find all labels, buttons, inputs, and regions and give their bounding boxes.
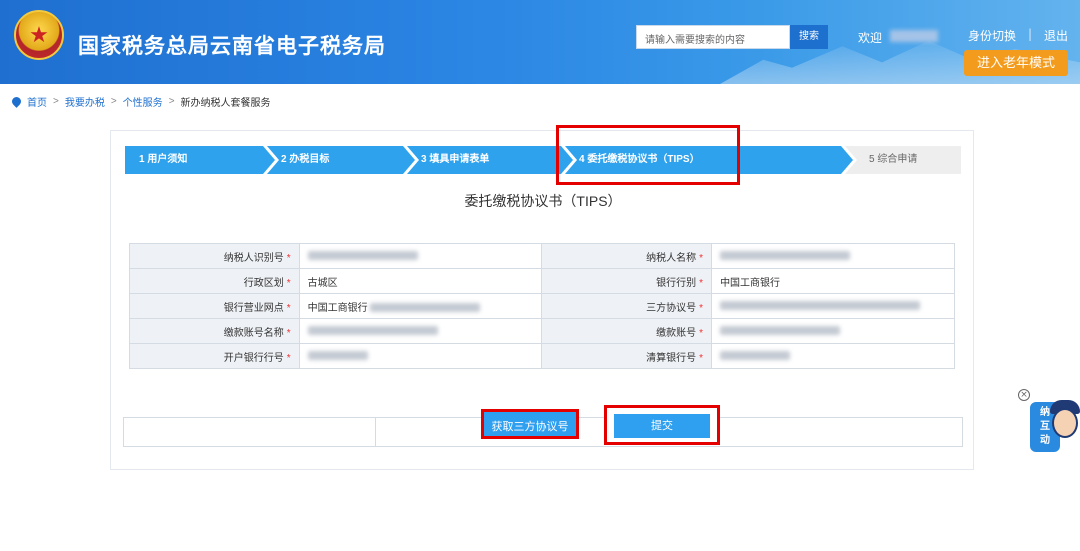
breadcrumb-personal-service[interactable]: 个性服务 bbox=[123, 94, 163, 109]
site-title: 国家税务总局云南省电子税务局 bbox=[78, 35, 386, 58]
taxpayer-id-value[interactable] bbox=[298, 243, 543, 269]
account-name-label: 缴款账号名称 * bbox=[129, 318, 300, 344]
breadcrumb-current: 新办纳税人套餐服务 bbox=[180, 98, 271, 109]
close-icon[interactable]: × bbox=[1018, 389, 1030, 401]
table-row: 开户银行行号 * 清算银行号 * bbox=[129, 343, 955, 369]
table-row: 银行营业网点 * 中国工商银行 三方协议号 * bbox=[129, 293, 955, 319]
bank-type-label: 银行行别 * bbox=[541, 268, 713, 294]
table-row: 缴款账号名称 * 缴款账号 * bbox=[129, 318, 955, 344]
taxpayer-id-label: 纳税人识别号 * bbox=[129, 243, 300, 269]
bank-type-value[interactable]: 中国工商银行 bbox=[711, 268, 955, 294]
breadcrumb-tax-handling[interactable]: 我要办税 bbox=[65, 94, 105, 109]
username-redacted bbox=[890, 30, 938, 42]
header-separator: | bbox=[1028, 27, 1033, 41]
step-4-highlight-frame bbox=[556, 125, 740, 185]
admin-region-value[interactable]: 古城区 bbox=[298, 268, 543, 294]
site-header: ★ 国家税务总局云南省电子税务局 请输入需要搜索的内容 搜索 欢迎 身份切换 |… bbox=[0, 0, 1080, 84]
clearing-bank-value[interactable] bbox=[711, 343, 955, 369]
table-row: 纳税人识别号 * 纳税人名称 * bbox=[129, 243, 955, 269]
get-agreement-number-button[interactable]: 获取三方协议号 bbox=[481, 409, 579, 439]
bank-branch-label: 银行营业网点 * bbox=[129, 293, 300, 319]
bank-code-value[interactable] bbox=[298, 343, 543, 369]
step-1[interactable]: 1 用户须知 bbox=[125, 146, 275, 174]
breadcrumb-separator: > bbox=[168, 96, 175, 107]
breadcrumb-home[interactable]: 首页 bbox=[27, 94, 47, 109]
bank-code-label: 开户银行行号 * bbox=[129, 343, 300, 369]
action-row-cell bbox=[124, 418, 376, 446]
step-progress-bar: 1 用户须知 2 办税目标 3 填具申请表单 4 委托缴税协议书（TIPS） 5… bbox=[125, 146, 961, 174]
breadcrumb: 首页 > 我要办税 > 个性服务 > 新办纳税人套餐服务 bbox=[10, 94, 271, 109]
breadcrumb-separator: > bbox=[53, 96, 59, 107]
logout-link[interactable]: 退出 bbox=[1044, 27, 1068, 44]
taxpayer-name-value[interactable] bbox=[711, 243, 955, 269]
location-pin-icon bbox=[10, 95, 23, 108]
submit-button[interactable]: 提交 bbox=[614, 414, 710, 438]
account-no-label: 缴款账号 * bbox=[541, 318, 713, 344]
step-5[interactable]: 5 综合申请 bbox=[845, 146, 961, 174]
search-button[interactable]: 搜索 bbox=[790, 25, 828, 49]
step-2[interactable]: 2 办税目标 bbox=[267, 146, 415, 174]
submit-highlight-frame: 提交 bbox=[604, 405, 720, 445]
breadcrumb-separator: > bbox=[110, 96, 117, 107]
welcome-text: 欢迎 bbox=[858, 31, 883, 45]
clearing-bank-label: 清算银行号 * bbox=[541, 343, 713, 369]
agreement-no-value[interactable] bbox=[711, 293, 955, 319]
bank-branch-value[interactable]: 中国工商银行 bbox=[298, 293, 543, 319]
taxpayer-name-label: 纳税人名称 * bbox=[541, 243, 713, 269]
section-title: 委托缴税协议书（TIPS） bbox=[464, 193, 622, 209]
account-no-value[interactable] bbox=[711, 318, 955, 344]
account-name-value[interactable] bbox=[298, 318, 543, 344]
step-3[interactable]: 3 填具申请表单 bbox=[407, 146, 573, 174]
admin-region-label: 行政区划 * bbox=[129, 268, 300, 294]
search-input[interactable]: 请输入需要搜索的内容 bbox=[636, 25, 790, 49]
elder-mode-button[interactable]: 进入老年模式 bbox=[964, 50, 1068, 76]
main-panel: 1 用户须知 2 办税目标 3 填具申请表单 4 委托缴税协议书（TIPS） 5… bbox=[110, 130, 974, 470]
tips-form-table: 纳税人识别号 * 纳税人名称 * 行政区划 * 古城区 银行行别 * 中国工商银行 银行… bbox=[129, 243, 955, 369]
agreement-no-label: 三方协议号 * bbox=[541, 293, 713, 319]
tax-emblem-icon: ★ bbox=[14, 10, 64, 60]
switch-identity-link[interactable]: 身份切换 bbox=[968, 27, 1016, 44]
interaction-mascot[interactable]: 纳 互 动 bbox=[1030, 398, 1080, 454]
mascot-face-icon bbox=[1052, 408, 1078, 438]
table-row: 行政区划 * 古城区 银行行别 * 中国工商银行 bbox=[129, 268, 955, 294]
